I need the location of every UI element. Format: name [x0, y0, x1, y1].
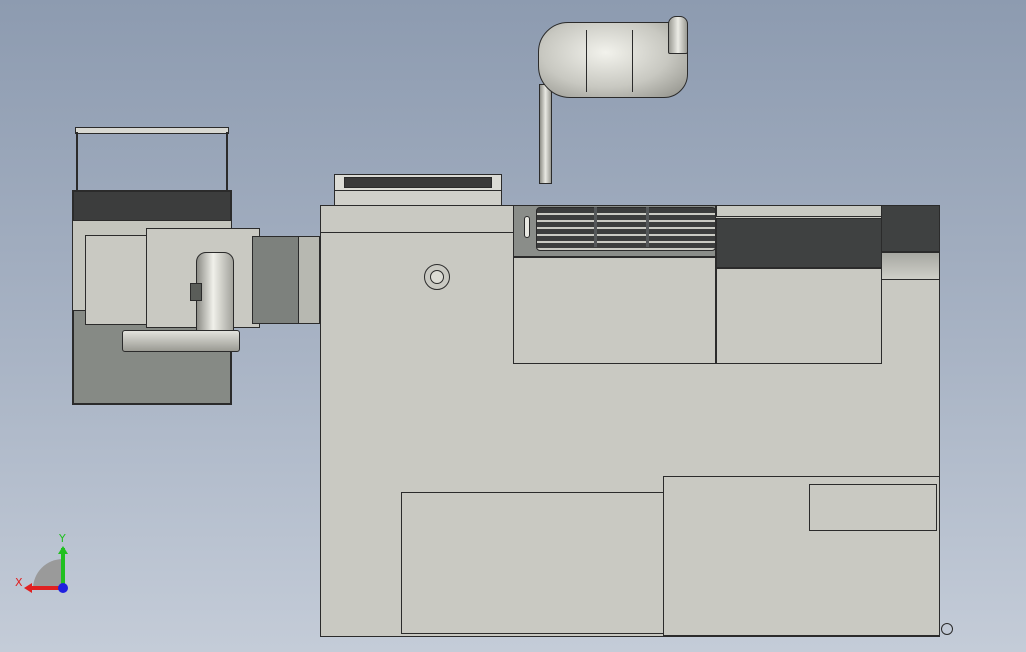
feeder-tray-dark-band — [73, 191, 231, 221]
probe-arm-stem[interactable] — [539, 84, 552, 184]
vent-grille[interactable] — [536, 207, 716, 251]
tray-handle-left-post — [76, 132, 78, 192]
probe-arm-segment-2 — [632, 30, 633, 92]
control-display-strip[interactable] — [334, 174, 502, 191]
cad-viewport[interactable]: X Y — [0, 0, 1026, 652]
latch-icon[interactable] — [524, 216, 530, 238]
probe-arm-segment-1 — [586, 30, 587, 92]
vent-divider-2 — [646, 207, 649, 247]
feeder-tray-inner-panel — [85, 235, 155, 325]
vent-divider-1 — [594, 207, 597, 247]
right-top-strip — [716, 205, 882, 217]
x-axis-head — [24, 583, 32, 593]
header-band — [320, 232, 515, 233]
actuator-base-plate — [122, 330, 240, 352]
z-axis-dot — [58, 583, 68, 593]
upper-access-panel-right[interactable] — [716, 268, 882, 364]
tray-handle[interactable] — [75, 127, 229, 134]
connector-arm-light — [298, 236, 320, 324]
label-plate — [809, 484, 937, 531]
right-corner-band — [881, 252, 940, 280]
probe-arm-head[interactable] — [538, 22, 688, 98]
triad-y-label: Y — [59, 532, 66, 545]
display-slot — [344, 177, 492, 188]
right-dark-band — [716, 218, 882, 268]
triad-x-label: X — [15, 576, 23, 589]
y-axis-head — [58, 546, 68, 554]
lower-door-left[interactable] — [401, 492, 665, 634]
upper-access-panel-left[interactable] — [513, 257, 716, 364]
actuator-slot — [190, 283, 202, 301]
round-knob-inner — [430, 270, 444, 284]
top-panel — [334, 190, 502, 206]
right-corner-block — [881, 205, 940, 252]
tray-handle-right-post — [226, 132, 228, 192]
probe-arm-top-tube — [668, 16, 688, 54]
corner-screw — [941, 623, 953, 635]
